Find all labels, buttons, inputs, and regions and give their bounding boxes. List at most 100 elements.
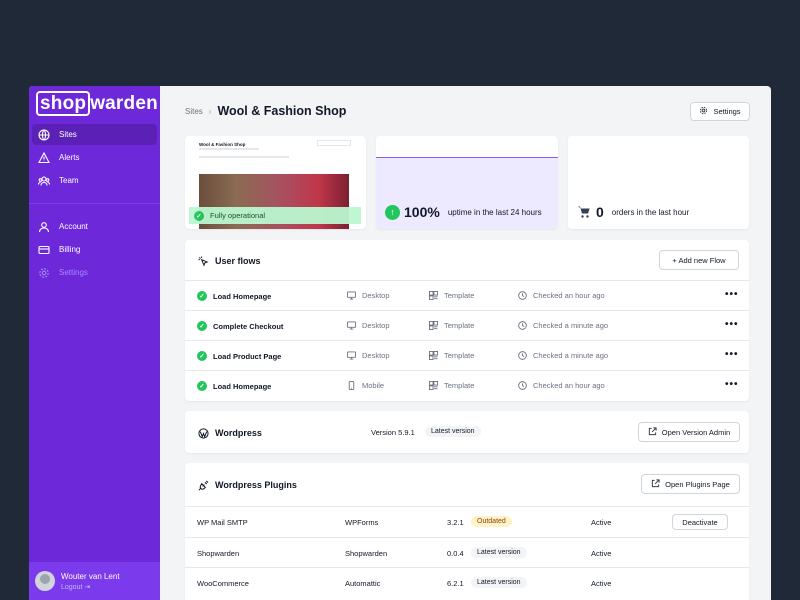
desktop-icon: [347, 321, 356, 330]
plugin-row: WP Mail SMTP WPForms 3.2.1 Outdated Acti…: [185, 506, 749, 537]
preview-nav: [199, 156, 289, 158]
mobile-icon: [347, 381, 356, 390]
gear-icon: [699, 106, 708, 117]
sidebar-item-sites[interactable]: Sites: [32, 124, 157, 145]
plugin-author: Automattic: [345, 579, 381, 588]
orders-label: orders in the last hour: [611, 207, 690, 217]
plugin-name: WooCommerce: [197, 579, 249, 588]
preview-site-title: Wool & Fashion Shop: [199, 142, 246, 147]
wordpress-icon: [197, 427, 209, 439]
plugin-name: WP Mail SMTP: [197, 518, 248, 527]
app-window: shop warden Sites Alerts Team Account Bi…: [29, 86, 771, 600]
cart-icon: [577, 205, 591, 219]
sidebar-item-account[interactable]: Account: [32, 216, 157, 237]
plugin-author: Shopwarden: [345, 549, 388, 558]
preview-search: [317, 140, 351, 146]
check-circle-icon: ✓: [197, 321, 207, 331]
plugin-version: 6.2.1: [447, 579, 464, 588]
external-link-icon: [651, 478, 660, 490]
user-profile[interactable]: Wouter van Lent Logout ⇥: [29, 562, 160, 600]
credit-card-icon: [37, 243, 51, 257]
flow-row[interactable]: ✓ Load Homepage Mobile Template Checked a…: [185, 370, 749, 400]
plugin-status: Active: [591, 518, 612, 527]
user-flows-title: User flows: [197, 255, 261, 267]
uptime-value: 100%: [404, 204, 440, 220]
logout-link[interactable]: Logout ⇥: [61, 583, 120, 591]
logout-icon: ⇥: [84, 583, 91, 591]
open-plugins-page-button[interactable]: Open Plugins Page: [641, 474, 740, 494]
uptime-card: ↑ 100% uptime in the last 24 hours: [376, 136, 558, 229]
plugin-status: Active: [591, 579, 612, 588]
avatar: [35, 571, 55, 591]
outdated-badge: Outdated: [471, 516, 512, 527]
site-preview-card[interactable]: Wool & Fashion Shop ✓ Fully operational: [185, 136, 366, 229]
clock-icon: [518, 351, 527, 360]
breadcrumb-sites[interactable]: Sites: [185, 107, 203, 116]
sidebar-divider: [29, 203, 160, 204]
uptime-stat: ↑ 100% uptime in the last 24 hours: [385, 204, 542, 220]
more-menu-icon[interactable]: •••: [725, 349, 739, 360]
globe-icon: [37, 128, 51, 142]
plugin-icon: [197, 479, 209, 491]
plugin-status: Active: [591, 549, 612, 558]
chevron-right-icon: ›: [208, 106, 212, 116]
plugin-row: Shopwarden Shopwarden 0.0.4 Latest versi…: [185, 537, 749, 568]
more-menu-icon[interactable]: •••: [725, 289, 739, 300]
latest-version-badge: Latest version: [471, 547, 527, 558]
add-flow-button[interactable]: + Add new Flow: [659, 250, 739, 270]
open-version-admin-button[interactable]: Open Version Admin: [638, 422, 740, 442]
sidebar-item-billing[interactable]: Billing: [32, 239, 157, 260]
sidebar-item-alerts[interactable]: Alerts: [32, 147, 157, 168]
check-circle-icon: ✓: [197, 381, 207, 391]
flow-row[interactable]: ✓ Load Homepage Desktop Template Checked …: [185, 280, 749, 310]
latest-version-badge: Latest version: [471, 577, 527, 588]
external-link-icon: [648, 426, 657, 438]
plugin-version: 3.2.1: [447, 518, 464, 527]
status-banner: ✓ Fully operational: [189, 207, 361, 224]
sidebar-nav-secondary: Account Billing Settings: [29, 214, 160, 285]
main-content: Sites › Wool & Fashion Shop Settings Woo…: [160, 86, 771, 600]
version-badge: Latest version: [425, 426, 481, 437]
team-icon: [37, 174, 51, 188]
desktop-icon: [347, 351, 356, 360]
wordpress-card: Wordpress Version 5.9.1 Latest version O…: [185, 411, 749, 453]
breadcrumb: Sites › Wool & Fashion Shop: [185, 104, 346, 118]
plugin-version: 0.0.4: [447, 549, 464, 558]
template-icon: [429, 351, 438, 360]
logo: shop warden: [36, 91, 158, 116]
more-menu-icon[interactable]: •••: [725, 379, 739, 390]
deactivate-button[interactable]: Deactivate: [672, 514, 728, 530]
sidebar-item-settings[interactable]: Settings: [32, 262, 157, 283]
sidebar: shop warden Sites Alerts Team Account Bi…: [29, 86, 160, 600]
plugins-title: Wordpress Plugins: [197, 479, 297, 491]
orders-card: 0 orders in the last hour: [568, 136, 749, 229]
check-circle-icon: ✓: [194, 210, 204, 221]
orders-stat: 0 orders in the last hour: [577, 204, 689, 220]
arrow-up-icon: ↑: [385, 204, 400, 220]
template-icon: [429, 381, 438, 390]
check-circle-icon: ✓: [197, 291, 207, 301]
plugin-author: WPForms: [345, 518, 379, 527]
more-menu-icon[interactable]: •••: [725, 319, 739, 330]
settings-button[interactable]: Settings: [690, 102, 750, 121]
user-name: Wouter van Lent: [61, 571, 120, 581]
flow-row[interactable]: ✓ Complete Checkout Desktop Template Chec…: [185, 310, 749, 340]
sidebar-nav: Sites Alerts Team: [29, 122, 160, 193]
flow-row[interactable]: ✓ Load Product Page Desktop Template Chec…: [185, 340, 749, 370]
wordpress-title: Wordpress: [197, 427, 262, 439]
check-circle-icon: ✓: [197, 351, 207, 361]
sidebar-item-team[interactable]: Team: [32, 170, 157, 191]
user-flows-card: User flows + Add new Flow ✓ Load Homepage…: [185, 240, 749, 401]
template-icon: [429, 321, 438, 330]
orders-value: 0: [596, 204, 604, 220]
uptime-label: uptime in the last 24 hours: [447, 207, 542, 217]
preview-tagline: [199, 148, 259, 150]
clock-icon: [518, 291, 527, 300]
clock-icon: [518, 321, 527, 330]
cursor-click-icon: [197, 255, 209, 267]
clock-icon: [518, 381, 527, 390]
template-icon: [429, 291, 438, 300]
plugin-name: Shopwarden: [197, 549, 240, 558]
desktop-icon: [347, 291, 356, 300]
wordpress-version: Version 5.9.1: [371, 428, 415, 437]
